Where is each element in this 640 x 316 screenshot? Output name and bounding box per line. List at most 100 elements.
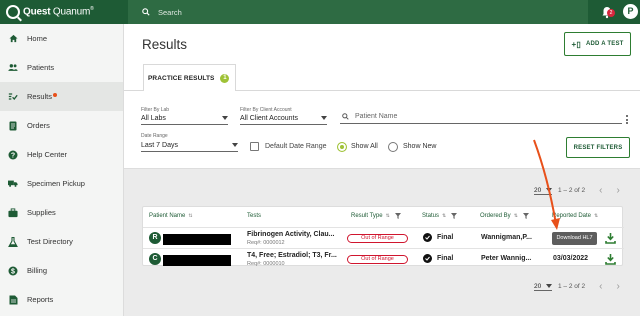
sidebar-item-test-directory[interactable]: Test Directory [0, 227, 123, 256]
sort-icon[interactable]: ⇅ [594, 213, 598, 219]
chevron-down-icon [546, 284, 552, 288]
header-result-type[interactable]: Result Type ⇅ [351, 213, 401, 219]
orders-icon [8, 121, 18, 131]
date-range-value: Last 7 Days [141, 141, 178, 149]
test-name[interactable]: T4, Free; Estradiol; T3, Fr... [247, 252, 337, 259]
per-page-select[interactable]: 20 [534, 283, 552, 291]
status-final: Final [423, 233, 453, 242]
search-icon [142, 8, 150, 16]
pagination-bottom: 20 1 – 2 of 2 ‹ › [534, 281, 620, 292]
download-icon[interactable] [605, 253, 616, 265]
header-patient-name[interactable]: Patient Name ⇅ [149, 213, 193, 219]
result-type-badge: Out of Range [347, 234, 408, 243]
chevron-right-icon[interactable]: › [616, 281, 619, 292]
filter-icon[interactable] [394, 213, 401, 219]
header-ordered-by[interactable]: Ordered By ⇅ [480, 213, 529, 219]
per-page-select[interactable]: 20 [534, 187, 552, 195]
search-icon [342, 113, 349, 120]
user-avatar[interactable]: P [623, 4, 638, 19]
tab-practice-results[interactable]: PRACTICE RESULTS 1 [143, 64, 237, 91]
sidebar: Home Patients Results Orders ? Help Cent… [0, 24, 124, 316]
chevron-right-icon[interactable]: › [616, 185, 619, 196]
chevron-down-icon [232, 143, 238, 147]
download-hl7-tooltip: Download HL7 [552, 232, 597, 245]
table-row[interactable]: C T4, Free; Estradiol; T3, Fr... Req#: 0… [143, 248, 624, 269]
sidebar-item-label: Home [27, 34, 48, 43]
check-circle-icon [423, 233, 432, 242]
date-range-select[interactable]: Last 7 Days [141, 139, 238, 152]
filter-account-value: All Client Accounts [240, 114, 298, 122]
svg-text:$: $ [11, 268, 15, 275]
filter-lab-select[interactable]: All Labs [141, 112, 228, 125]
chevron-left-icon[interactable]: ‹ [599, 185, 602, 196]
main-content: Results +▯ ADD A TEST PRACTICE RESULTS 1… [124, 24, 640, 316]
default-date-range-checkbox[interactable] [250, 142, 259, 151]
show-new-radio[interactable] [388, 142, 398, 152]
test-name[interactable]: Fibrinogen Activity, Clau... [247, 231, 335, 238]
home-icon [8, 34, 18, 44]
patient-avatar: C [149, 253, 161, 265]
show-new-label: Show New [403, 143, 437, 150]
flask-icon [8, 236, 18, 247]
add-test-icon: +▯ [571, 39, 581, 49]
global-search[interactable] [128, 0, 588, 24]
filter-lab-value: All Labs [141, 114, 166, 122]
help-icon: ? [8, 150, 18, 160]
page-range: 1 – 2 of 2 [558, 187, 586, 194]
briefcase-icon [8, 207, 18, 218]
dollar-icon: $ [8, 266, 18, 276]
sidebar-item-label: Supplies [27, 208, 56, 217]
patient-avatar: R [149, 232, 161, 244]
notification-badge: 2 [607, 9, 615, 17]
show-all-radio[interactable] [337, 142, 347, 152]
sort-icon[interactable]: ⇅ [188, 213, 192, 219]
sidebar-item-label: Patients [27, 63, 55, 72]
truck-icon [8, 179, 18, 189]
header-tests: Tests [247, 213, 262, 219]
page-title: Results [142, 37, 188, 52]
chevron-down-icon [546, 188, 552, 192]
status-final: Final [423, 254, 453, 263]
default-date-range-label: Default Date Range [265, 143, 327, 150]
sidebar-item-home[interactable]: Home [0, 24, 123, 53]
sidebar-item-supplies[interactable]: Supplies [0, 198, 123, 227]
sidebar-item-label: Billing [27, 266, 48, 275]
pagination-top: 20 1 – 2 of 2 ‹ › [534, 185, 620, 196]
sort-icon[interactable]: ⇅ [386, 213, 390, 219]
header-reported-date[interactable]: Reported Date ⇅ [552, 213, 598, 219]
sidebar-item-billing[interactable]: $ Billing [0, 256, 123, 285]
reset-filters-button[interactable]: RESET FILTERS [566, 137, 630, 158]
download-icon[interactable] [605, 232, 616, 244]
table-row[interactable]: R Fibrinogen Activity, Clau... Req#: 000… [143, 227, 624, 248]
sidebar-item-reports[interactable]: Reports [0, 285, 123, 314]
sidebar-item-results[interactable]: Results [0, 82, 123, 111]
sort-icon[interactable]: ⇅ [442, 213, 446, 219]
sidebar-item-help-center[interactable]: ? Help Center [0, 140, 123, 169]
sort-icon[interactable]: ⇅ [514, 213, 518, 219]
sidebar-item-label: Test Directory [27, 237, 73, 246]
sidebar-item-label: Results [27, 92, 53, 101]
sidebar-item-specimen-pickup[interactable]: Specimen Pickup [0, 169, 123, 198]
brand-logo[interactable]: Quest Quanum® [0, 0, 124, 24]
more-options-icon[interactable] [626, 115, 629, 126]
add-test-label: ADD A TEST [585, 41, 624, 47]
filter-icon[interactable] [451, 213, 458, 219]
sidebar-item-patients[interactable]: Patients [0, 53, 123, 82]
search-input[interactable] [158, 7, 458, 17]
sidebar-item-label: Specimen Pickup [27, 179, 85, 188]
patient-name-field[interactable]: Patient Name [340, 110, 622, 124]
add-a-test-button[interactable]: +▯ ADD A TEST [564, 32, 631, 56]
sidebar-item-label: Reports [27, 295, 54, 304]
filter-account-select[interactable]: All Client Accounts [240, 112, 327, 125]
results-icon [8, 92, 18, 102]
header-status[interactable]: Status ⇅ [422, 213, 458, 219]
tabs-row: PRACTICE RESULTS 1 [124, 61, 640, 91]
filter-icon[interactable] [522, 213, 529, 219]
chevron-down-icon [222, 116, 228, 120]
reported-date: 03/03/2022 [553, 255, 589, 262]
quest-logo-icon [6, 5, 20, 19]
chevron-left-icon[interactable]: ‹ [599, 281, 602, 292]
sidebar-item-orders[interactable]: Orders [0, 111, 123, 140]
results-table: Patient Name ⇅ Tests Result Type ⇅ Status ⇅… [142, 206, 624, 269]
requisition-number: Req#: 0000012 [247, 240, 285, 246]
